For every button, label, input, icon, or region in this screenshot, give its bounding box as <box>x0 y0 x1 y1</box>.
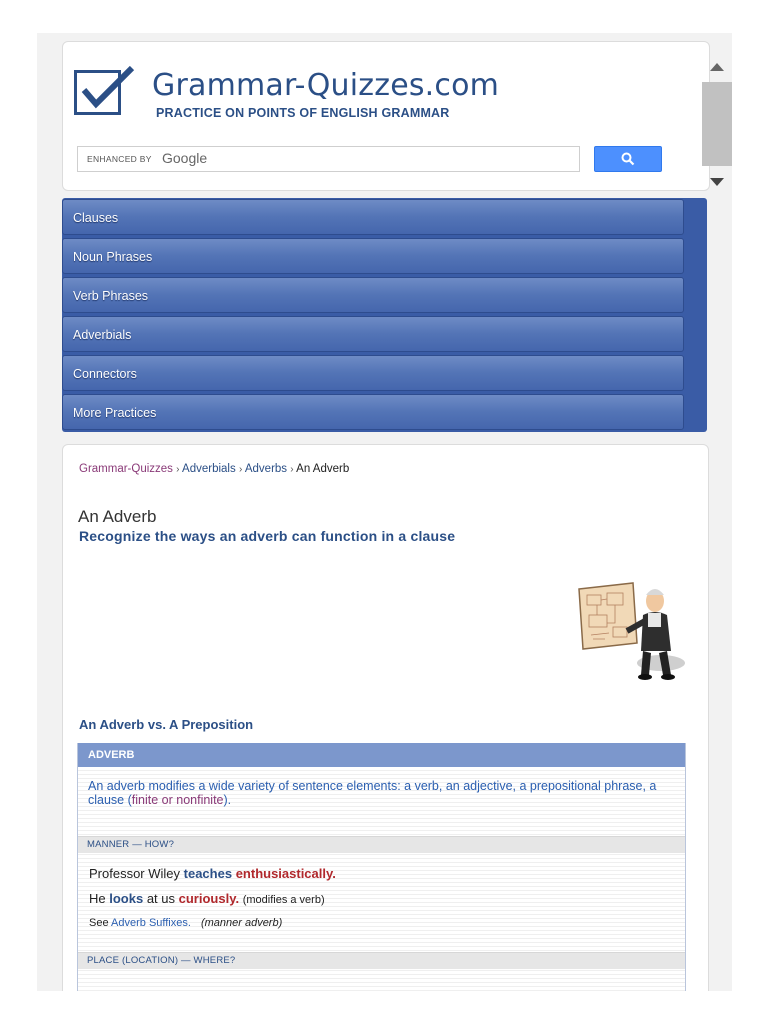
nav-item-adverbials[interactable]: Adverbials <box>62 316 684 352</box>
search-input[interactable]: ENHANCED BY Google <box>77 146 580 172</box>
nav-item-noun-phrases[interactable]: Noun Phrases <box>62 238 684 274</box>
scroll-thumb[interactable] <box>702 82 732 166</box>
site-title[interactable]: Grammar-Quizzes.com <box>152 68 499 103</box>
page-subtitle: Recognize the ways an adverb can functio… <box>79 528 456 544</box>
google-brand: Google <box>162 150 208 166</box>
scroll-up-arrow-icon[interactable] <box>710 63 724 71</box>
adverb-description: An adverb modifies a wide variety of sen… <box>88 779 657 807</box>
manner-label: MANNER — HOW? <box>78 836 685 853</box>
scroll-down-arrow-icon[interactable] <box>710 178 724 186</box>
nav-item-connectors[interactable]: Connectors <box>62 355 684 391</box>
example-sentence-1: Professor Wiley teaches enthusiastically… <box>89 866 336 881</box>
breadcrumb-adverbs-link[interactable]: Adverbs <box>245 463 287 475</box>
place-label: PLACE (LOCATION) — WHERE? <box>78 952 685 969</box>
example-see-also: See Adverb Suffixes. (manner adverb) <box>89 917 283 929</box>
main-nav: Clauses Noun Phrases Verb Phrases Adverb… <box>62 198 707 432</box>
content-card: Grammar-Quizzes › Adverbials › Adverbs ›… <box>62 444 709 991</box>
breadcrumb-adverbials-link[interactable]: Adverbials <box>182 463 236 475</box>
search-button[interactable] <box>594 146 662 172</box>
page-title: An Adverb <box>78 507 157 526</box>
finite-nonfinite-link[interactable]: finite or nonfinite <box>132 793 224 807</box>
site-tagline: PRACTICE ON POINTS OF ENGLISH GRAMMAR <box>156 106 450 120</box>
section-heading: An Adverb vs. A Preposition <box>79 717 254 732</box>
adverb-table: ADVERB An adverb modifies a wide variety… <box>77 743 686 991</box>
professor-with-diagram-icon <box>575 579 687 683</box>
breadcrumb: Grammar-Quizzes › Adverbials › Adverbs ›… <box>79 463 350 475</box>
breadcrumb-home-link[interactable]: Grammar-Quizzes <box>79 463 173 475</box>
page-frame: Grammar-Quizzes.com PRACTICE ON POINTS O… <box>37 33 732 991</box>
checkbox-check-icon[interactable] <box>74 65 135 115</box>
example-sentence-2: He looks at us curiously. (modifies a ve… <box>89 891 325 906</box>
nav-item-verb-phrases[interactable]: Verb Phrases <box>62 277 684 313</box>
search-icon <box>621 152 635 166</box>
enhanced-by-label: ENHANCED BY <box>87 154 152 164</box>
adverb-suffixes-link[interactable]: Adverb Suffixes. <box>111 917 191 929</box>
nav-item-more-practices[interactable]: More Practices <box>62 394 684 430</box>
nav-item-clauses[interactable]: Clauses <box>62 199 684 235</box>
header-scrollbar[interactable] <box>700 52 732 192</box>
breadcrumb-current: An Adverb <box>296 463 350 475</box>
header: Grammar-Quizzes.com PRACTICE ON POINTS O… <box>62 41 732 191</box>
table-header: ADVERB <box>78 743 685 767</box>
